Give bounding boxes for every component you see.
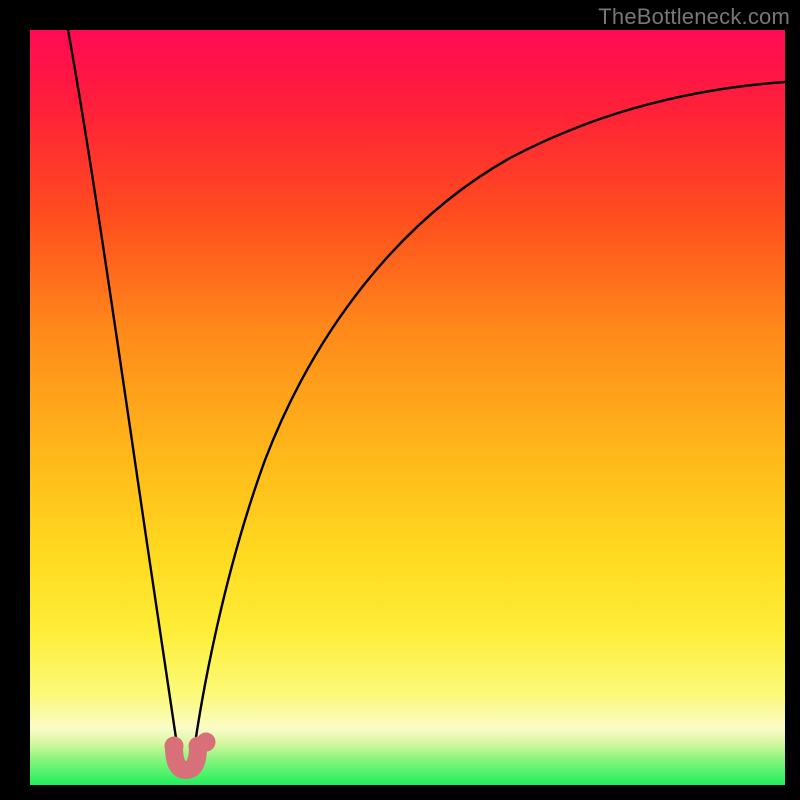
watermark-text: TheBottleneck.com xyxy=(598,4,790,30)
plot-area xyxy=(30,30,785,785)
valley-markers xyxy=(165,733,215,770)
curve-right-arm xyxy=(192,82,785,765)
valley-marker-right-cap xyxy=(189,737,207,755)
curve-layer xyxy=(30,30,785,785)
curve-left-arm xyxy=(68,30,180,765)
outer-frame: TheBottleneck.com xyxy=(0,0,800,800)
valley-marker-left-cap xyxy=(165,737,183,755)
